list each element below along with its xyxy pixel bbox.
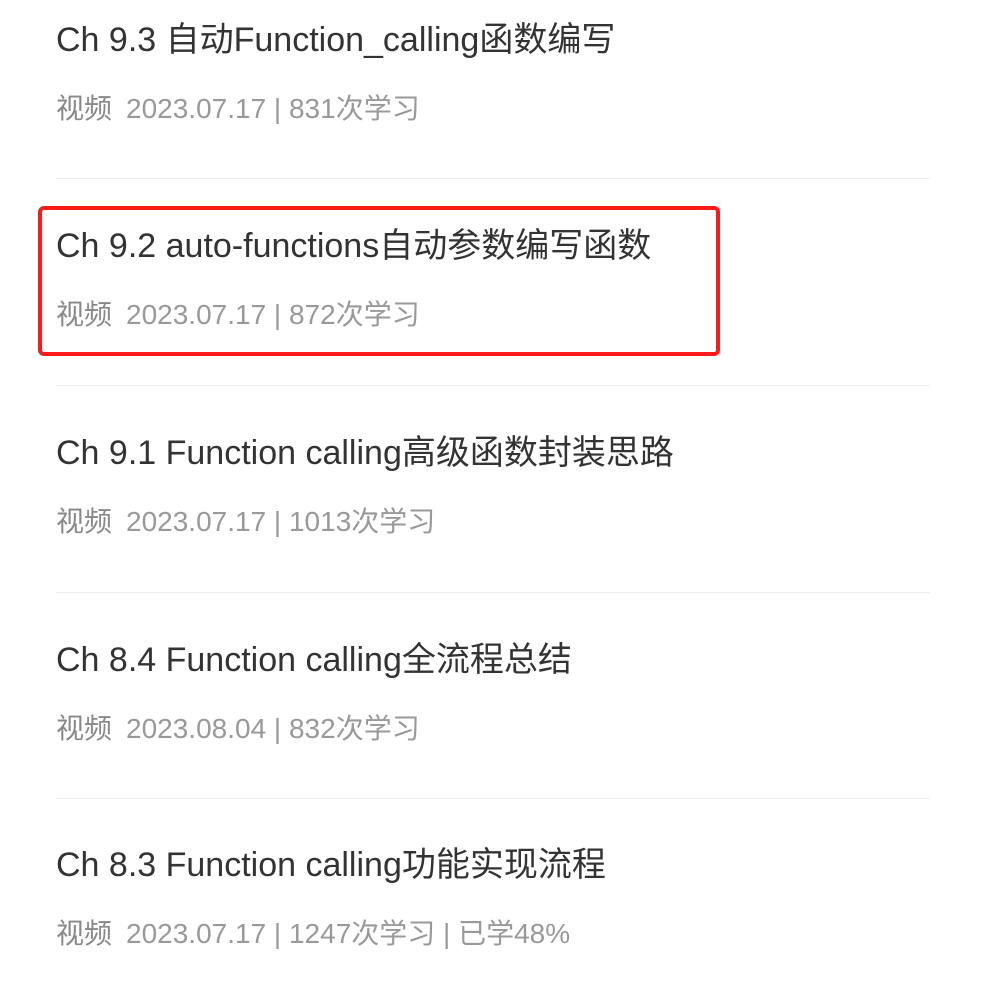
course-item-8-3[interactable]: Ch 8.3 Function calling功能实现流程 视频 2023.07.…	[56, 845, 930, 955]
course-title[interactable]: Ch 9.1 Function calling高级函数封装思路	[56, 433, 674, 473]
course-stats: 2023.07.17 | 1247次学习 | 已学48%	[126, 918, 571, 949]
course-meta: 视频 2023.07.17 | 1247次学习 | 已学48%	[56, 917, 570, 951]
course-item-9-3[interactable]: Ch 9.3 自动Function_calling函数编写 视频 2023.07.…	[56, 20, 930, 130]
course-item-9-1[interactable]: Ch 9.1 Function calling高级函数封装思路 视频 2023.0…	[56, 433, 930, 543]
course-type-label: 视频	[56, 93, 113, 124]
divider	[56, 798, 930, 799]
course-stats: 2023.08.04 | 832次学习	[126, 713, 420, 744]
course-type-label: 视频	[56, 506, 113, 537]
divider	[56, 592, 930, 593]
course-item-8-4[interactable]: Ch 8.4 Function calling全流程总结 视频 2023.08.0…	[56, 640, 930, 750]
course-type-label: 视频	[56, 918, 113, 949]
highlight-box	[38, 206, 720, 356]
course-type-label: 视频	[56, 713, 113, 744]
course-stats: 2023.07.17 | 1013次学习	[126, 506, 436, 537]
course-title[interactable]: Ch 8.4 Function calling全流程总结	[56, 640, 572, 680]
course-list: Ch 9.3 自动Function_calling函数编写 视频 2023.07.…	[0, 0, 989, 997]
course-meta: 视频 2023.07.17 | 831次学习	[56, 92, 420, 126]
course-meta: 视频 2023.08.04 | 832次学习	[56, 712, 420, 746]
divider	[56, 385, 930, 386]
course-meta: 视频 2023.07.17 | 1013次学习	[56, 505, 435, 539]
course-stats: 2023.07.17 | 831次学习	[126, 93, 420, 124]
course-title[interactable]: Ch 9.3 自动Function_calling函数编写	[56, 20, 615, 60]
course-title[interactable]: Ch 8.3 Function calling功能实现流程	[56, 845, 606, 885]
divider	[56, 178, 930, 179]
